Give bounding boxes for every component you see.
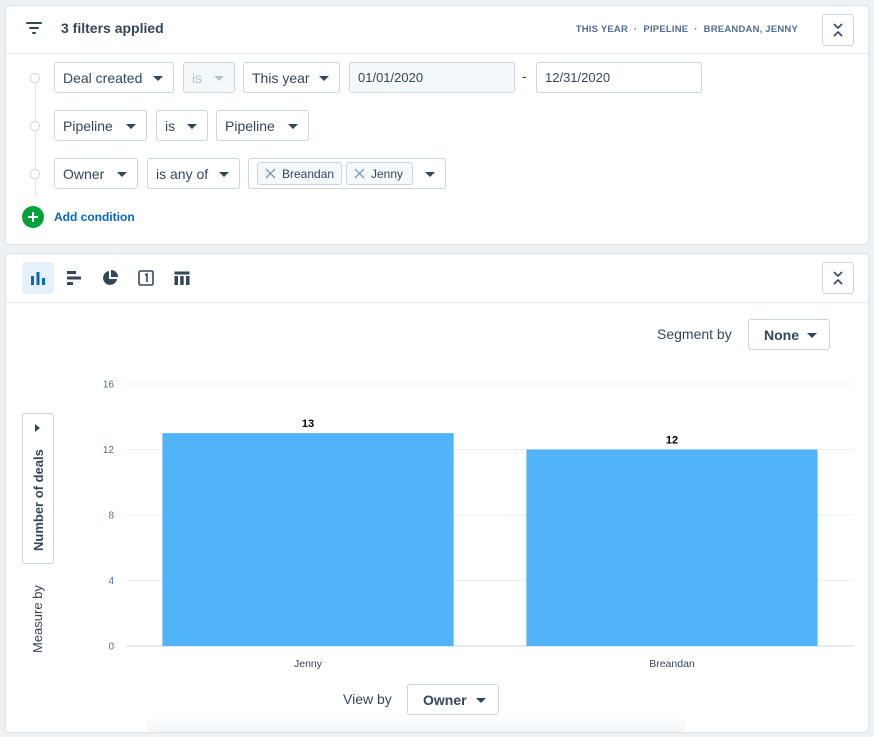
collapse-icon (833, 271, 843, 285)
view-bar-chart-button[interactable] (22, 262, 54, 294)
view-pie-chart-button[interactable] (94, 262, 126, 294)
filters-header: 3 filters applied THIS YEAR · PIPELINE ·… (6, 6, 868, 54)
chevron-down-icon[interactable] (425, 172, 435, 177)
collapse-report-button[interactable] (822, 262, 854, 294)
measure-value: Number of deals (31, 449, 46, 551)
add-condition-link[interactable]: Add condition (54, 210, 135, 224)
collapse-filters-button[interactable] (822, 14, 854, 46)
view-horizontal-bar-button[interactable] (58, 262, 90, 294)
chevron-down-icon (476, 698, 486, 703)
view-table-button[interactable] (166, 262, 198, 294)
collapse-icon (833, 23, 843, 37)
chevron-down-icon (219, 172, 229, 177)
single-value-icon (138, 270, 154, 286)
data-label: 12 (666, 435, 678, 447)
chevron-down-icon (288, 124, 298, 129)
field-select-deal-created[interactable]: Deal created (54, 62, 174, 93)
tag-breandan: Breandan (257, 162, 342, 185)
chevron-down-icon (153, 76, 163, 81)
field-select-pipeline[interactable]: Pipeline (54, 110, 147, 141)
field-select-owner[interactable]: Owner (54, 158, 138, 189)
filters-summary: THIS YEAR · PIPELINE · BREANDAN, JENNY (575, 24, 798, 35)
filter-icon[interactable] (26, 22, 42, 36)
y-tick-label: 16 (103, 380, 115, 391)
add-icon[interactable] (22, 206, 44, 228)
operator-select-is: is (183, 62, 235, 93)
row-node (30, 169, 40, 179)
caret-right-icon (35, 424, 40, 432)
row-node (30, 121, 40, 131)
bar (162, 433, 454, 646)
x-tick-label: Jenny (294, 658, 323, 670)
row-node (30, 73, 40, 83)
operator-select-is-any-of[interactable]: is any of (147, 158, 240, 189)
y-tick-label: 4 (108, 576, 114, 587)
y-tick-label: 8 (108, 511, 114, 522)
x-tick-label: Breandan (649, 658, 695, 670)
report-toolbar (6, 254, 868, 303)
report-panel: Segment by None Number of deals Measure … (5, 253, 869, 733)
y-tick-label: 0 (108, 642, 114, 653)
bar-chart-icon (31, 272, 45, 285)
date-to-input[interactable]: 12/31/2020 (536, 62, 702, 93)
y-tick-label: 12 (103, 445, 115, 456)
data-label: 13 (302, 418, 314, 430)
segment-by-label: Segment by (657, 326, 732, 342)
summary-pipeline: PIPELINE (643, 24, 689, 35)
filters-panel: 3 filters applied THIS YEAR · PIPELINE ·… (5, 5, 869, 245)
summary-owners: BREANDAN, JENNY (703, 24, 798, 35)
segment-by-dropdown[interactable]: None (748, 319, 830, 350)
chevron-down-icon (126, 124, 136, 129)
filters-title: 3 filters applied (61, 20, 164, 36)
measure-by-label: Measure by (30, 585, 45, 653)
pie-chart-icon (103, 270, 118, 285)
chevron-down-icon (214, 76, 224, 81)
view-by-label: View by (343, 691, 392, 707)
summary-date: THIS YEAR (575, 24, 629, 35)
remove-tag-icon[interactable] (354, 168, 365, 179)
date-separator: - (522, 68, 527, 84)
value-select-pipeline[interactable]: Pipeline (216, 110, 309, 141)
tag-jenny: Jenny (346, 162, 413, 185)
date-from-input[interactable]: 01/01/2020 (349, 62, 515, 93)
view-by-dropdown[interactable]: Owner (407, 684, 499, 715)
bar-chart: 0 4 8 12 16 13 Jenny 12 Breandan (103, 380, 854, 670)
table-icon (174, 271, 190, 285)
remove-tag-icon[interactable] (265, 168, 276, 179)
chevron-down-icon (117, 172, 127, 177)
horizontal-bar-icon (67, 271, 81, 285)
view-single-value-button[interactable] (130, 262, 162, 294)
value-select-this-year[interactable]: This year (243, 62, 340, 93)
chevron-down-icon (319, 76, 329, 81)
measure-dropdown[interactable]: Number of deals (22, 413, 54, 564)
chevron-down-icon (807, 333, 817, 338)
operator-select-is[interactable]: is (156, 110, 208, 141)
chevron-down-icon (187, 124, 197, 129)
bar (526, 449, 818, 646)
